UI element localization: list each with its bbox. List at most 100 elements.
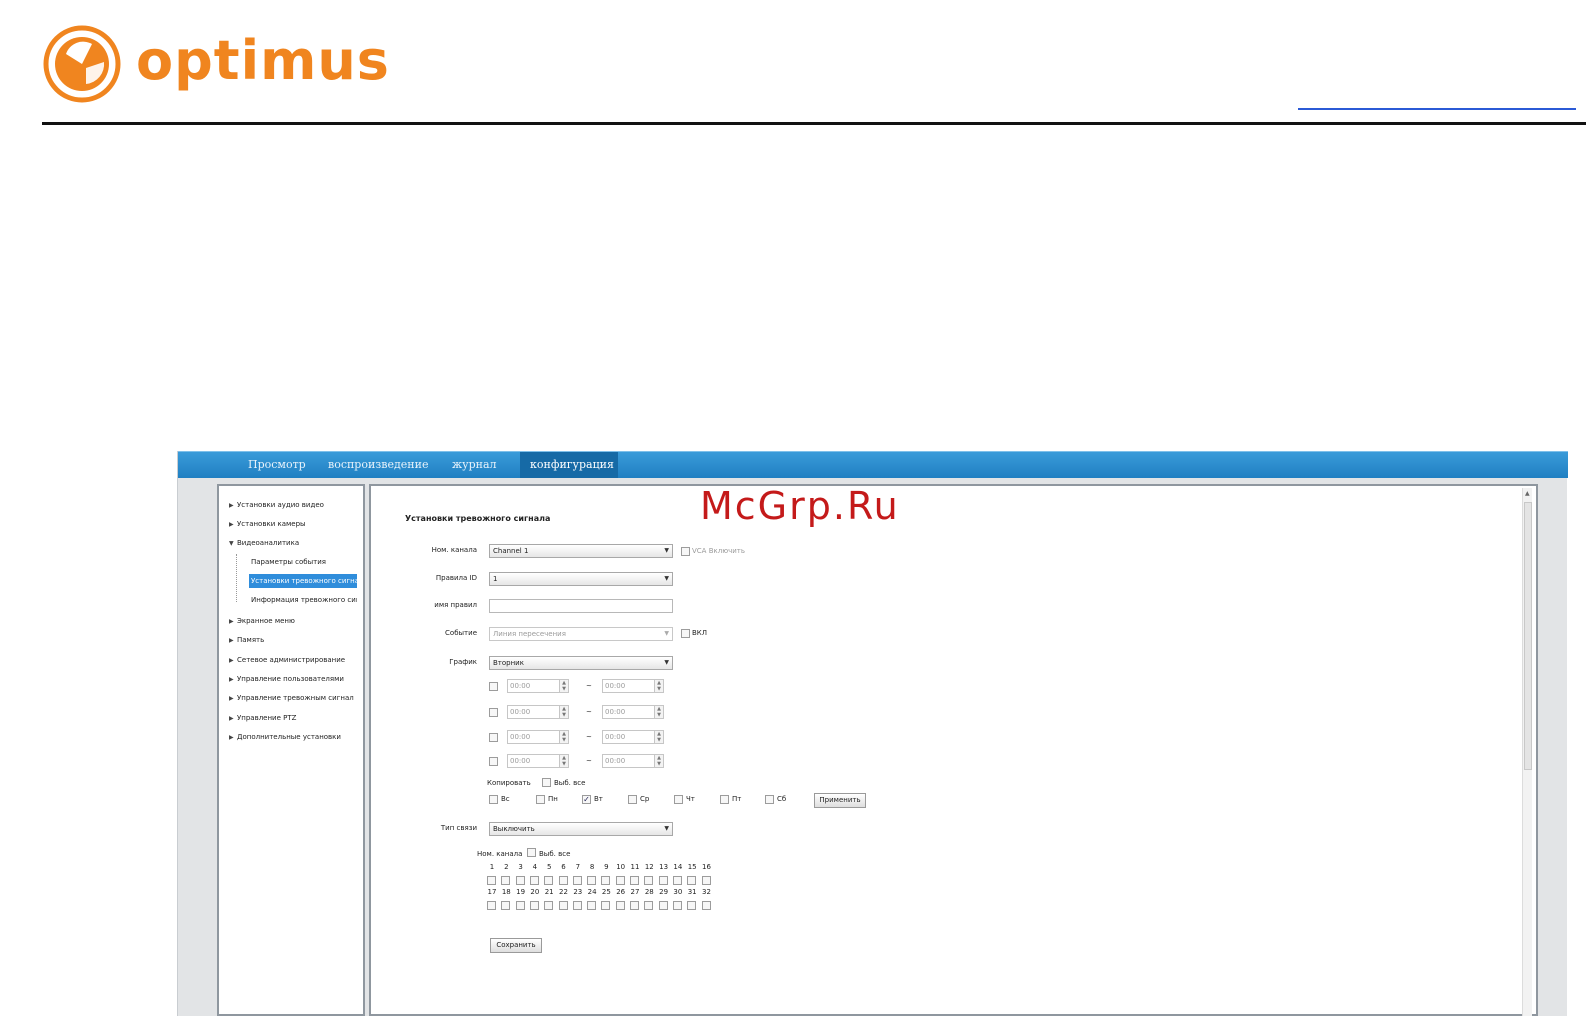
time-slot-2-to[interactable]: 00:00 ▲ ▼ [602,705,664,719]
channel-checkbox[interactable] [487,901,496,910]
spinner-icon[interactable]: ▲ ▼ [559,755,568,767]
day-tue-checkbox[interactable]: ✓ [582,795,591,804]
channel-checkbox[interactable] [687,876,697,885]
sidebar-item-ptz[interactable]: ▶ Управление PTZ [229,713,296,724]
day-wed-checkbox[interactable] [628,795,637,804]
channel-checkbox[interactable] [672,876,682,885]
scroll-up-icon[interactable]: ▲ [1525,490,1530,497]
tab-playback[interactable]: воспроизведение [318,452,438,478]
channel-checkbox[interactable] [515,901,525,910]
time-slot-4-from[interactable]: 00:00 ▲ ▼ [507,754,569,768]
channel-checkbox[interactable] [558,901,568,910]
channel-checkbox[interactable] [587,876,597,885]
spinner-icon[interactable]: ▲ ▼ [654,731,663,743]
header-link-underline[interactable] [1298,108,1576,110]
channel-checkbox[interactable] [544,876,554,885]
content-scrollbar[interactable]: ▲ [1522,488,1532,1016]
spinner-icon[interactable]: ▲ ▼ [654,706,663,718]
rule-name-input[interactable] [489,599,673,613]
channel-checkbox[interactable] [644,876,654,885]
day-thu-checkbox[interactable] [674,795,683,804]
day-sun-checkbox[interactable] [489,795,498,804]
schedule-day-select[interactable]: Вторник ▼ [489,656,673,670]
tab-log[interactable]: журнал [442,452,507,478]
channel-number: 18 [501,888,511,896]
rule-id-select[interactable]: 1 ▼ [489,572,673,586]
sidebar-item-av-settings[interactable]: ▶ Установки аудио видео [229,500,324,511]
event-on-checkbox[interactable] [681,629,690,638]
sidebar-subitem-alarm-settings[interactable]: Установки тревожного сигна [249,574,357,588]
channel-checkbox[interactable] [615,876,625,885]
channel-checkbox[interactable] [529,876,539,885]
channel-checkbox[interactable] [501,876,511,885]
spinner-icon[interactable]: ▲ ▼ [559,680,568,692]
link-type-select[interactable]: Выключить ▼ [489,822,673,836]
time-separator: ~ [586,757,592,765]
vca-enable-checkbox[interactable] [681,547,690,556]
spinner-icon[interactable]: ▲ ▼ [559,706,568,718]
sidebar-subitem-alarm-info[interactable]: Информация тревожного сиг [249,593,357,607]
apply-button[interactable]: Применить [814,793,866,808]
channel-checkbox[interactable] [558,876,568,885]
channel-checkbox[interactable] [687,901,697,910]
sidebar-item-storage[interactable]: ▶ Память [229,635,264,646]
event-select[interactable]: Линия пересечения ▼ [489,627,673,641]
channel-checkbox[interactable] [630,901,639,910]
time-slot-1-from[interactable]: 00:00 ▲ ▼ [507,679,569,693]
channel-checkbox[interactable] [601,876,611,885]
sidebar-item-advanced[interactable]: ▶ Дополнительные установки [229,732,341,743]
channel-number: 10 [616,863,626,871]
channel-checkbox[interactable] [587,901,597,910]
tab-configuration[interactable]: конфигурация [520,452,618,478]
spinner-icon[interactable]: ▲ ▼ [654,680,663,692]
caret-right-icon: ▶ [229,734,234,741]
sidebar-item-network[interactable]: ▶ Сетевое администрирование [229,655,345,666]
save-button[interactable]: Сохранить [490,938,542,953]
tab-preview[interactable]: Просмотр [238,452,316,478]
time-slot-1-checkbox[interactable] [489,682,498,691]
channel-checkbox[interactable] [644,901,654,910]
sidebar-item-users[interactable]: ▶ Управление пользователями [229,674,344,685]
channel-number: 31 [687,888,697,896]
channel-checkbox[interactable] [701,876,711,885]
channel-checkbox[interactable] [544,901,554,910]
channel-checkbox[interactable] [701,901,711,910]
time-slot-4-to[interactable]: 00:00 ▲ ▼ [602,754,664,768]
copy-select-all-checkbox[interactable] [542,778,551,787]
sidebar-subitem-event-params[interactable]: Параметры события [249,555,357,569]
channel-checkbox[interactable] [630,876,639,885]
watermark-text: McGrp.Ru [700,484,900,528]
channel-checkbox[interactable] [658,876,668,885]
channel-checkbox[interactable] [501,901,511,910]
time-slot-2-from[interactable]: 00:00 ▲ ▼ [507,705,569,719]
channel-checkbox[interactable] [601,901,611,910]
channel-checkbox[interactable] [487,876,496,885]
spinner-icon[interactable]: ▲ ▼ [654,755,663,767]
sidebar-item-video-analytics[interactable]: ▼ Видеоаналитика [229,538,299,549]
channel-checkbox[interactable] [515,876,525,885]
time-slot-4-checkbox[interactable] [489,757,498,766]
day-mon-label: Пн [548,795,558,803]
chevron-down-icon: ▼ [664,575,669,582]
channel-select-all-checkbox[interactable] [527,848,536,857]
time-slot-3-checkbox[interactable] [489,733,498,742]
sidebar-item-osd[interactable]: ▶ Экранное меню [229,616,295,627]
day-fri-checkbox[interactable] [720,795,729,804]
time-slot-3-to[interactable]: 00:00 ▲ ▼ [602,730,664,744]
sidebar-item-alarm-management[interactable]: ▶ Управление тревожным сигнал [229,693,354,704]
scrollbar-thumb[interactable] [1524,502,1532,770]
channel-checkbox[interactable] [572,901,582,910]
time-slot-2-checkbox[interactable] [489,708,498,717]
channel-select[interactable]: Channel 1 ▼ [489,544,673,558]
channel-checkbox[interactable] [529,901,539,910]
sidebar-item-camera-settings[interactable]: ▶ Установки камеры [229,519,306,530]
channel-checkbox[interactable] [658,901,668,910]
channel-checkbox[interactable] [615,901,625,910]
spinner-icon[interactable]: ▲ ▼ [559,731,568,743]
day-mon-checkbox[interactable] [536,795,545,804]
channel-checkbox[interactable] [672,901,682,910]
day-sat-checkbox[interactable] [765,795,774,804]
channel-checkbox[interactable] [572,876,582,885]
time-slot-1-to[interactable]: 00:00 ▲ ▼ [602,679,664,693]
time-slot-3-from[interactable]: 00:00 ▲ ▼ [507,730,569,744]
